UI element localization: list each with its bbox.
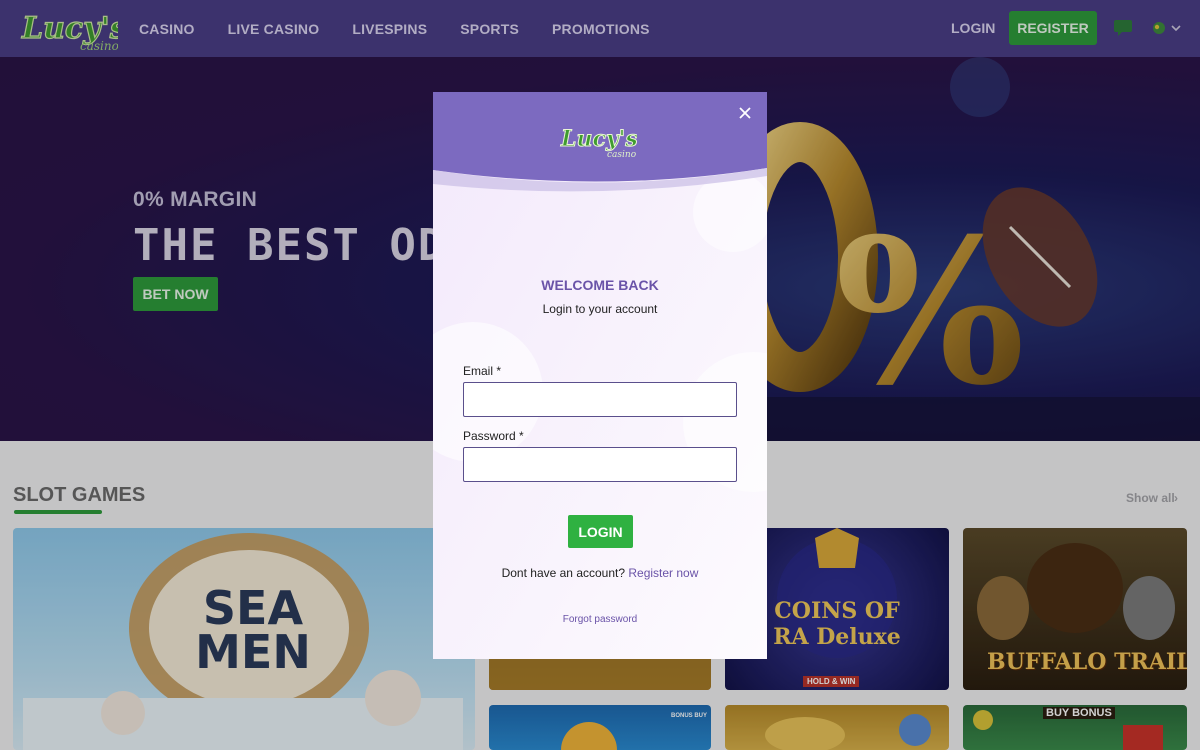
no-account-text: Dont have an account? [501,566,626,580]
email-field[interactable] [463,382,737,417]
password-label: Password * [463,429,524,443]
close-icon[interactable] [736,104,754,122]
svg-text:casino: casino [607,150,637,160]
modal-logo: Lucy's casino [560,126,638,161]
no-account-line: Dont have an account? Register now [433,566,767,580]
forgot-password-link[interactable]: Forgot password [433,614,767,625]
login-subtitle: Login to your account [542,302,658,316]
login-modal: Lucy's casino WELCOME BACK Login to your… [433,92,767,659]
password-field[interactable] [463,447,737,482]
login-button[interactable]: LOGIN [568,515,633,548]
svg-text:Lucy's: Lucy's [560,126,637,152]
register-now-link[interactable]: Register now [628,566,698,580]
email-label: Email * [463,364,502,378]
welcome-heading: WELCOME BACK [541,277,659,293]
